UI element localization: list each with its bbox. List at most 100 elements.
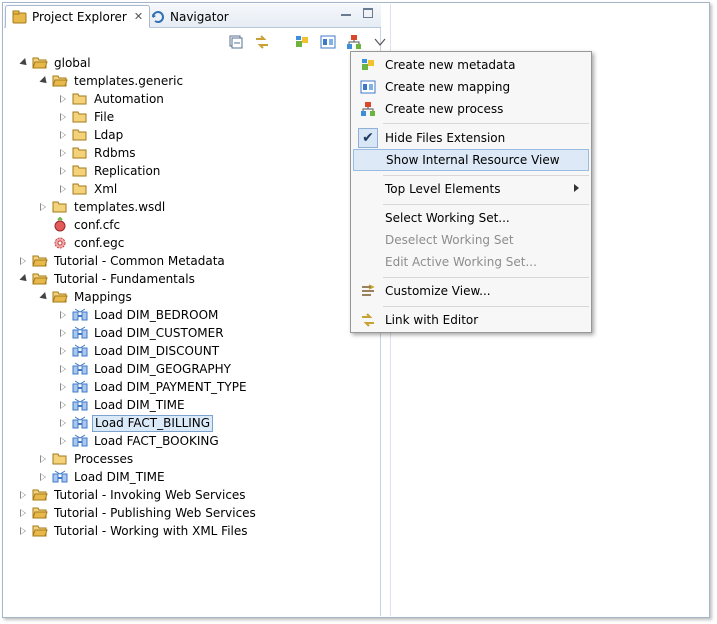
create-mapping-icon[interactable] bbox=[320, 34, 336, 50]
expand-toggle-icon[interactable] bbox=[58, 382, 68, 392]
menu-separator bbox=[383, 306, 589, 307]
expand-toggle-icon[interactable] bbox=[58, 364, 68, 374]
tree-item-tutorial-invoking-ws[interactable]: Tutorial - Invoking Web Services bbox=[18, 486, 248, 504]
project-folder-icon bbox=[32, 505, 48, 521]
menu-item-label: Create new process bbox=[385, 102, 504, 116]
menu-item-create-mapping[interactable]: Create new mapping bbox=[353, 76, 589, 98]
create-mapping-icon bbox=[353, 79, 383, 95]
expand-toggle-icon[interactable] bbox=[18, 274, 28, 284]
tree-item-global[interactable]: global bbox=[18, 54, 93, 72]
tree-item-label: File bbox=[94, 110, 115, 124]
tree-item-processes[interactable]: Processes bbox=[38, 450, 135, 468]
view-tab-bar: Project Explorer ✕ Navigator bbox=[4, 4, 381, 28]
expand-toggle-icon[interactable] bbox=[58, 328, 68, 338]
tree-item-templates-wsdl[interactable]: templates.wsdl bbox=[38, 198, 167, 216]
menu-item-hide-files-extension[interactable]: ✔ Hide Files Extension bbox=[353, 127, 589, 149]
expand-toggle-icon[interactable] bbox=[18, 526, 28, 536]
tree-item-label: Tutorial - Invoking Web Services bbox=[54, 488, 246, 502]
expand-toggle-icon[interactable] bbox=[58, 184, 68, 194]
tree-item-conf-egc[interactable]: conf.egc bbox=[38, 234, 126, 252]
menu-item-top-level-elements[interactable]: Top Level Elements bbox=[353, 178, 589, 200]
tree-item-load-fact-booking[interactable]: Load FACT_BOOKING bbox=[58, 432, 221, 450]
expand-toggle-icon[interactable] bbox=[38, 292, 48, 302]
expand-toggle-icon[interactable] bbox=[58, 148, 68, 158]
minimize-icon[interactable] bbox=[341, 6, 351, 16]
maximize-icon[interactable] bbox=[363, 8, 373, 18]
menu-separator bbox=[383, 277, 589, 278]
tree-item-rdbms[interactable]: Rdbms bbox=[58, 144, 138, 162]
tree-item-load-dim-payment-type[interactable]: Load DIM_PAYMENT_TYPE bbox=[58, 378, 249, 396]
folder-open-icon bbox=[32, 55, 48, 71]
expand-toggle-icon[interactable] bbox=[18, 490, 28, 500]
tree-item-ldap[interactable]: Ldap bbox=[58, 126, 125, 144]
menu-item-customize-view[interactable]: Customize View... bbox=[353, 280, 589, 302]
tree-item-conf-cfc[interactable]: conf.cfc bbox=[38, 216, 122, 234]
project-explorer-view: Project Explorer ✕ Navigator global temp… bbox=[4, 4, 386, 616]
tree-item-tutorial-publishing-ws[interactable]: Tutorial - Publishing Web Services bbox=[18, 504, 258, 522]
expand-toggle-icon[interactable] bbox=[38, 454, 48, 464]
link-editor-icon[interactable] bbox=[254, 34, 270, 50]
expand-toggle-icon[interactable] bbox=[18, 58, 28, 68]
mapping-icon bbox=[72, 325, 88, 341]
menu-item-show-internal-resource-view[interactable]: Show Internal Resource View bbox=[353, 149, 589, 171]
tree-item-xml[interactable]: Xml bbox=[58, 180, 119, 198]
mapping-icon bbox=[72, 433, 88, 449]
expand-toggle-icon[interactable] bbox=[18, 256, 28, 266]
tree-item-label: conf.egc bbox=[74, 236, 125, 250]
create-metadata-icon bbox=[353, 57, 383, 73]
menu-item-link-with-editor[interactable]: Link with Editor bbox=[353, 309, 589, 331]
folder-icon bbox=[52, 451, 68, 467]
tree-item-replication[interactable]: Replication bbox=[58, 162, 162, 180]
expand-toggle-icon[interactable] bbox=[58, 400, 68, 410]
expand-toggle-icon[interactable] bbox=[58, 346, 68, 356]
tree-item-label: Load DIM_DISCOUNT bbox=[94, 344, 220, 358]
tab-label: Project Explorer bbox=[32, 9, 127, 24]
gear-file-icon bbox=[52, 235, 68, 251]
menu-item-label: Link with Editor bbox=[385, 313, 479, 327]
expand-toggle-icon[interactable] bbox=[38, 202, 48, 212]
menu-item-select-working-set[interactable]: Select Working Set... bbox=[353, 207, 589, 229]
tree-item-load-dim-time[interactable]: Load DIM_TIME bbox=[58, 396, 187, 414]
tree-item-tutorial-working-xml[interactable]: Tutorial - Working with XML Files bbox=[18, 522, 250, 540]
create-metadata-icon[interactable] bbox=[294, 34, 310, 50]
expand-toggle-icon[interactable] bbox=[58, 310, 68, 320]
expand-toggle-icon[interactable] bbox=[58, 130, 68, 140]
folder-icon bbox=[72, 109, 88, 125]
menu-item-create-metadata[interactable]: Create new metadata bbox=[353, 54, 589, 76]
expand-toggle-icon[interactable] bbox=[38, 76, 48, 86]
tree-item-label: Processes bbox=[74, 452, 134, 466]
menu-item-create-process[interactable]: Create new process bbox=[353, 98, 589, 120]
close-icon[interactable]: ✕ bbox=[134, 10, 143, 23]
tree-item-tutorial-common-metadata[interactable]: Tutorial - Common Metadata bbox=[18, 252, 227, 270]
tree-item-load-dim-time-root[interactable]: Load DIM_TIME bbox=[38, 468, 167, 486]
menu-item-edit-active-working-set: Edit Active Working Set... bbox=[353, 251, 589, 273]
tab-navigator[interactable]: Navigator bbox=[144, 5, 235, 28]
expand-toggle-icon[interactable] bbox=[18, 508, 28, 518]
expand-toggle-icon[interactable] bbox=[58, 166, 68, 176]
expand-toggle-icon[interactable] bbox=[58, 418, 68, 428]
tree-item-label: Load FACT_BILLING bbox=[92, 414, 214, 432]
collapse-all-icon[interactable] bbox=[228, 34, 244, 50]
expand-toggle-icon[interactable] bbox=[38, 472, 48, 482]
tree-item-mappings[interactable]: Mappings bbox=[38, 288, 134, 306]
create-process-icon bbox=[353, 101, 383, 117]
expand-toggle-icon[interactable] bbox=[58, 436, 68, 446]
view-menu-popup: Create new metadata Create new mapping C… bbox=[350, 51, 592, 333]
tree-item-tutorial-fundamentals[interactable]: Tutorial - Fundamentals bbox=[18, 270, 197, 288]
tab-project-explorer[interactable]: Project Explorer ✕ bbox=[5, 5, 151, 28]
view-menu-icon[interactable] bbox=[372, 34, 388, 50]
menu-item-label: Deselect Working Set bbox=[385, 233, 514, 247]
tree-item-templates-generic[interactable]: templates.generic bbox=[38, 72, 185, 90]
tree-item-load-dim-geography[interactable]: Load DIM_GEOGRAPHY bbox=[58, 360, 233, 378]
mapping-icon bbox=[72, 361, 88, 377]
expand-toggle-icon[interactable] bbox=[58, 112, 68, 122]
expand-toggle-icon[interactable] bbox=[58, 94, 68, 104]
tree-item-file[interactable]: File bbox=[58, 108, 116, 126]
tree-item-load-dim-customer[interactable]: Load DIM_CUSTOMER bbox=[58, 324, 226, 342]
tree-item-load-fact-billing[interactable]: Load FACT_BILLING bbox=[58, 414, 214, 432]
tree-item-label: Tutorial - Common Metadata bbox=[54, 254, 225, 268]
create-process-icon[interactable] bbox=[346, 34, 362, 50]
tree-item-automation[interactable]: Automation bbox=[58, 90, 166, 108]
tree-item-load-dim-bedroom[interactable]: Load DIM_BEDROOM bbox=[58, 306, 220, 324]
tree-item-load-dim-discount[interactable]: Load DIM_DISCOUNT bbox=[58, 342, 221, 360]
